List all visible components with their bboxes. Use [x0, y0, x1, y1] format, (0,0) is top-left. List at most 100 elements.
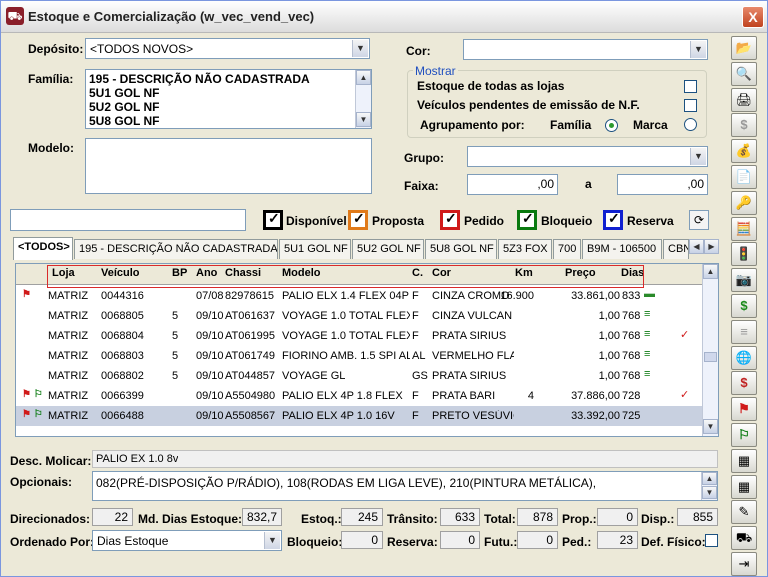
opcionais-value: 082(PRÉ-DISPOSIÇÃO P/RÁDIO), 108(RODAS E… [96, 476, 597, 490]
calculator-icon[interactable]: 🧮 [731, 216, 757, 241]
scroll-down-icon[interactable]: ▼ [703, 419, 718, 434]
list-icon[interactable]: ≡ [731, 319, 757, 344]
camera-icon[interactable]: 📷 [731, 268, 757, 293]
tab-5u8[interactable]: 5U8 GOL NF [425, 239, 497, 259]
table-row[interactable]: MATRIZ 0068805 5 09/10 AT061637 VOYAGE 1.0 TO… [16, 306, 706, 326]
cell-c: AL [412, 350, 426, 362]
cell-cor: PRETO VESÚVIO [432, 410, 514, 422]
familia-item[interactable]: 5U1 GOL NF [89, 86, 159, 100]
dollar-icon[interactable]: $ [731, 294, 757, 318]
cell-cor: PRATA SIRIUS [432, 370, 507, 382]
opcionais-field[interactable]: 082(PRÉ-DISPOSIÇÃO P/RÁDIO), 108(RODAS E… [92, 471, 718, 501]
dollar-gray-icon[interactable]: $ [731, 113, 757, 138]
green-flag-icon[interactable]: ⚐ [731, 423, 757, 447]
red-flag-icon[interactable]: ⚑ [731, 397, 757, 422]
pedido-swatch[interactable] [440, 210, 460, 230]
tab-5z3[interactable]: 5Z3 FOX [498, 239, 552, 259]
scroll-up-icon[interactable]: ▲ [356, 70, 371, 85]
scroll-down-icon[interactable]: ▼ [702, 486, 717, 499]
todas-lojas-label: Estoque de todas as lojas [417, 79, 565, 93]
truck-icon[interactable]: ⛟ [731, 526, 757, 551]
cell-loja: MATRIZ [48, 290, 89, 302]
tab-5u1[interactable]: 5U1 GOL NF [279, 239, 351, 259]
disp-label: Disp.: [641, 512, 675, 526]
modelo-field[interactable] [85, 138, 372, 194]
bloqueio-swatch[interactable] [517, 210, 537, 230]
familia-item[interactable]: 195 - DESCRIÇÃO NÃO CADASTRADA [89, 72, 310, 86]
key-icon[interactable]: 🔑 [731, 190, 757, 215]
chevron-down-icon[interactable]: ▼ [690, 41, 706, 58]
cell-loja: MATRIZ [48, 310, 89, 322]
pendentes-label: Veículos pendentes de emissão de N.F. [417, 98, 640, 112]
open-folder-icon[interactable]: 📂 [731, 36, 757, 60]
todas-lojas-checkbox[interactable] [684, 80, 697, 93]
cell-modelo: PALIO ELX 1.4 FLEX 04P [282, 290, 409, 302]
familia-item[interactable]: 5U8 GOL NF [89, 114, 159, 128]
familia-radio[interactable] [605, 119, 618, 132]
deposito-select[interactable]: <TODOS NOVOS> ▼ [85, 38, 370, 59]
pendentes-checkbox[interactable] [684, 99, 697, 112]
disponivel-swatch[interactable] [263, 210, 283, 230]
tab-scroll-left-icon[interactable]: ◀ [689, 239, 704, 254]
opcionais-scrollbar[interactable]: ▲ ▼ [701, 472, 717, 500]
chevron-down-icon[interactable]: ▼ [264, 532, 280, 549]
scroll-thumb[interactable] [704, 352, 717, 362]
cell-chassi: AT061637 [225, 310, 275, 322]
ordenado-select[interactable]: Dias Estoque ▼ [92, 530, 282, 551]
marca-radio[interactable] [684, 118, 697, 131]
familia-scrollbar[interactable]: ▲ ▼ [355, 70, 371, 128]
faixa-to-input[interactable]: ,00 [617, 174, 708, 195]
traffic-light-icon[interactable]: 🚦 [731, 242, 757, 267]
chevron-down-icon[interactable]: ▼ [690, 148, 706, 165]
table-row[interactable]: ⚑ MATRIZ 0044316 07/08 82978615 PALIO ELX 1.4… [16, 286, 706, 306]
futu-label: Futu.: [484, 535, 518, 549]
print-icon[interactable]: 🖨 [731, 87, 757, 112]
document-icon[interactable]: 📄 [731, 165, 757, 189]
table-icon[interactable]: ▦ [731, 448, 757, 473]
cell-ano: 09/10 [196, 310, 224, 322]
scroll-up-icon[interactable]: ▲ [703, 264, 718, 279]
chevron-down-icon[interactable]: ▼ [352, 40, 368, 57]
faixa-from-input[interactable]: ,00 [467, 174, 558, 195]
search-report-icon[interactable]: 🔍 [731, 61, 757, 86]
reserva-stat-value: 0 [440, 531, 480, 549]
scroll-up-icon[interactable]: ▲ [702, 472, 717, 485]
disp-value: 855 [677, 508, 718, 526]
tab-195[interactable]: 195 - DESCRIÇÃO NÃO CADASTRADA [74, 239, 278, 259]
search-input[interactable] [10, 209, 246, 231]
exchange-icon[interactable]: $ [731, 371, 757, 396]
table-scrollbar[interactable]: ▲ ▼ [702, 264, 718, 436]
table-row[interactable]: MATRIZ 0068803 5 09/10 AT061749 FIORINO AMB. … [16, 346, 706, 366]
table-row[interactable]: ⚑ ⚐ MATRIZ 0066488 09/10 A5508567 PALIO ELX 4… [16, 406, 706, 426]
grupo-select[interactable]: ▼ [467, 146, 708, 167]
table-row[interactable]: ⚑ ⚐ MATRIZ 0066399 09/10 A5504980 PALIO ELX 4… [16, 386, 706, 406]
tab-700[interactable]: 700 [553, 239, 581, 259]
flag-icon: ⚑ ⚐ [22, 389, 43, 400]
tab-b9m[interactable]: B9M - 106500 [582, 239, 662, 259]
scroll-down-icon[interactable]: ▼ [356, 112, 371, 127]
cor-select[interactable]: ▼ [463, 39, 708, 60]
grid-icon[interactable]: ▦ [731, 474, 757, 499]
reserva-swatch[interactable] [603, 210, 623, 230]
familia-item[interactable]: 5U2 GOL NF [89, 100, 159, 114]
refresh-icon[interactable]: ⟳ [689, 210, 709, 230]
globe-icon[interactable]: 🌐 [731, 345, 757, 370]
table-row[interactable]: MATRIZ 0068804 5 09/10 AT061995 VOYAGE 1.0 TO… [16, 326, 706, 346]
exit-icon[interactable]: ⇥ [731, 552, 757, 576]
tab-todos[interactable]: <TODOS> [13, 237, 73, 260]
pedido-label: Pedido [464, 214, 505, 228]
prop-value: 0 [597, 508, 638, 526]
cell-chassi: AT044857 [225, 370, 275, 382]
close-button[interactable]: X [742, 6, 764, 28]
tab-scroll-right-icon[interactable]: ▶ [704, 239, 719, 254]
tab-5u2[interactable]: 5U2 GOL NF [352, 239, 424, 259]
table-row[interactable]: MATRIZ 0068802 5 09/10 AT044857 VOYAGE GL GS PR… [16, 366, 706, 386]
cell-dias: 833 [622, 290, 641, 302]
def-fisico-checkbox[interactable] [705, 534, 718, 547]
tab-cbn[interactable]: CBN [663, 239, 689, 259]
edit-icon[interactable]: ✎ [731, 500, 757, 525]
mostrar-title: Mostrar [413, 64, 458, 78]
familia-list[interactable]: 195 - DESCRIÇÃO NÃO CADASTRADA 5U1 GOL N… [85, 69, 372, 129]
proposta-swatch[interactable] [348, 210, 368, 230]
money-bag-icon[interactable]: 💰 [731, 139, 757, 164]
